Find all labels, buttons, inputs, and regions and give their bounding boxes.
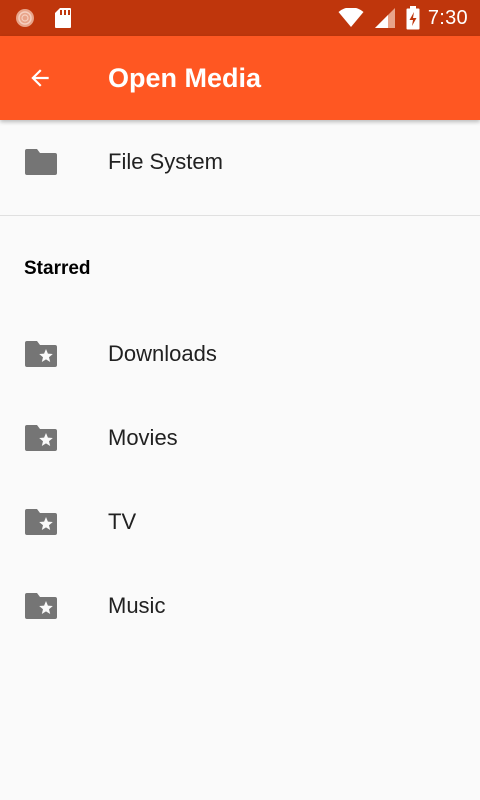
arrow-back-icon bbox=[31, 69, 49, 87]
sd-card-icon bbox=[55, 8, 71, 28]
list-item-downloads[interactable]: Downloads bbox=[0, 312, 480, 396]
status-right: 7:30 bbox=[328, 6, 468, 30]
status-bar: 7:30 bbox=[0, 0, 480, 36]
notification-icon bbox=[16, 9, 34, 27]
divider bbox=[0, 215, 480, 216]
app-bar: Open Media bbox=[0, 36, 480, 120]
folder-icon bbox=[25, 149, 57, 175]
starred-header: Starred bbox=[24, 258, 91, 279]
list-item-label: Downloads bbox=[108, 341, 217, 366]
list-item-file-system[interactable]: File System bbox=[0, 120, 480, 204]
list-item-label: Movies bbox=[108, 425, 178, 450]
status-time: 7:30 bbox=[427, 6, 468, 29]
list-item-music[interactable]: Music bbox=[0, 564, 480, 648]
list-item-label: TV bbox=[108, 509, 137, 534]
folder-star-icon bbox=[25, 425, 57, 451]
status-left bbox=[14, 7, 90, 29]
folder-star-icon bbox=[25, 509, 57, 535]
back-button[interactable] bbox=[16, 54, 64, 102]
folder-star-icon bbox=[25, 593, 57, 619]
media-source-list: File System Starred Downloads Movies TV … bbox=[0, 120, 480, 800]
wifi-icon bbox=[338, 8, 364, 27]
list-item-tv[interactable]: TV bbox=[0, 480, 480, 564]
page-title: Open Media bbox=[108, 63, 262, 93]
battery-charging-icon bbox=[406, 6, 420, 30]
list-item-movies[interactable]: Movies bbox=[0, 396, 480, 480]
list-item-label: Music bbox=[108, 593, 166, 618]
folder-star-icon bbox=[25, 341, 57, 367]
signal-icon bbox=[374, 8, 395, 28]
list-item-label: File System bbox=[108, 149, 223, 174]
